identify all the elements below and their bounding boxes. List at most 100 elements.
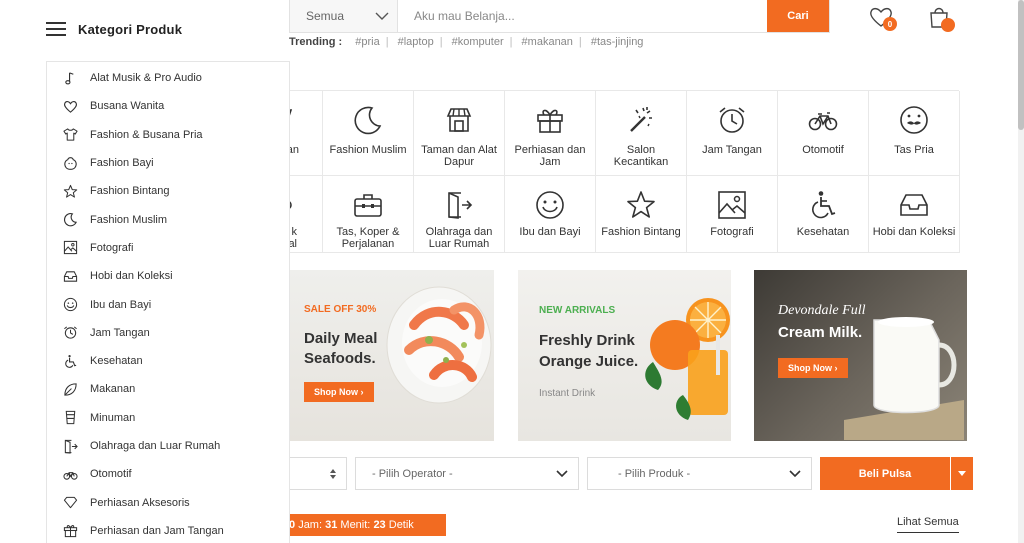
sidebar-item-label: Alat Musik & Pro Audio: [90, 72, 202, 85]
wishlist-button[interactable]: 0: [868, 5, 897, 31]
trending-tag[interactable]: #laptop: [398, 36, 434, 48]
sidebar-item-fashion-pria[interactable]: Fashion & Busana Pria: [47, 121, 289, 149]
buy-credit-button[interactable]: Beli Pulsa: [820, 457, 950, 490]
search-category-value: Semua: [306, 9, 345, 23]
seafood-plate-image: [386, 286, 492, 404]
sidebar-item-label: Otomotif: [90, 468, 132, 481]
sidebar-item-label: Fashion & Busana Pria: [90, 128, 203, 141]
hamburger-icon: [46, 22, 66, 36]
trending-tag[interactable]: #tas-jinjing: [591, 36, 644, 48]
sidebar-item-makanan[interactable]: Makanan: [47, 375, 289, 403]
sidebar-item-ibu-bayi[interactable]: Ibu dan Bayi: [47, 290, 289, 318]
sidebar-item-label: Makanan: [90, 383, 136, 396]
category-tile-label: Otomotif: [802, 144, 844, 156]
sidebar-item-label: Perhiasan Aksesoris: [90, 496, 190, 509]
promo-banner-milk[interactable]: Devondale Full Cream Milk. Shop Now ›: [754, 270, 967, 441]
category-tile-label: Olahraga dan Luar Rumah: [425, 226, 493, 250]
sidebar-item-fashion-muslim[interactable]: Fashion Muslim: [47, 205, 289, 233]
category-tile-label: Taman dan Alat Dapur: [421, 144, 497, 168]
category-tile-label: Salon Kecantikan: [613, 144, 669, 168]
briefcase-icon: [351, 188, 385, 222]
category-tile[interactable]: Tas, Koper & Perjalanan: [323, 176, 414, 253]
banner-title-line1: Freshly Drink: [539, 332, 635, 349]
page-scrollbar[interactable]: [1018, 0, 1024, 543]
tshirt-icon: [63, 127, 78, 142]
exit-door-icon: [442, 188, 476, 222]
category-menu-label: Kategori Produk: [78, 21, 183, 37]
promo-banner-seafood[interactable]: SALE OFF 30% Daily Meal Seafoods. Shop N…: [289, 270, 494, 441]
moon-icon: [351, 103, 385, 137]
search-input[interactable]: Aku mau Belanja...: [398, 0, 767, 32]
search-button[interactable]: Cari: [767, 0, 829, 32]
category-tile[interactable]: Olahraga dan Luar Rumah: [414, 176, 505, 253]
trending-label: Trending :: [289, 36, 343, 48]
promo-banner-orange-juice[interactable]: NEW ARRIVALS Freshly Drink Orange Juice.…: [518, 270, 731, 441]
category-tile-label: Fotografi: [710, 226, 754, 238]
countdown-hours-label: Jam:: [298, 519, 323, 531]
leaf-icon: [63, 382, 78, 397]
trending-tag[interactable]: #makanan: [522, 36, 573, 48]
sidebar-item-otomotif[interactable]: Otomotif: [47, 460, 289, 488]
search-category-select[interactable]: Semua: [290, 0, 398, 32]
sidebar-item-label: Kesehatan: [90, 355, 143, 368]
category-tile-label: Fashion Bintang: [601, 226, 681, 238]
category-tile-label: Perhiasan dan Jam: [514, 144, 586, 168]
category-tile[interactable]: Kesehatan: [778, 176, 869, 253]
sidebar-item-label: Busana Wanita: [90, 100, 165, 113]
sidebar-item-hobi[interactable]: Hobi dan Koleksi: [47, 262, 289, 290]
sidebar-item-fashion-bayi[interactable]: Fashion Bayi: [47, 149, 289, 177]
category-tile[interactable]: Salon Kecantikan: [596, 91, 687, 176]
magic-wand-icon: [624, 103, 658, 137]
smile-icon: [63, 297, 78, 312]
operator-select[interactable]: - Pilih Operator -: [355, 457, 579, 490]
orange-juice-image: [645, 298, 730, 420]
category-tile[interactable]: Jam Tangan: [687, 91, 778, 176]
wheelchair-icon: [806, 188, 840, 222]
see-all-link[interactable]: Lihat Semua: [897, 516, 959, 533]
sidebar-item-perhiasan-aksesoris[interactable]: Perhiasan Aksesoris: [47, 488, 289, 516]
category-tile[interactable]: Hobi dan Koleksi: [869, 176, 960, 253]
sidebar-item-label: Minuman: [90, 411, 136, 424]
sidebar-item-jam-tangan[interactable]: Jam Tangan: [47, 319, 289, 347]
search-placeholder: Aku mau Belanja...: [414, 9, 515, 23]
sidebar-item-minuman[interactable]: Minuman: [47, 404, 289, 432]
sidebar-item-label: Fashion Muslim: [90, 213, 168, 226]
sidebar-item-fotografi[interactable]: Fotografi: [47, 234, 289, 262]
image-icon: [715, 188, 749, 222]
store-icon: [442, 103, 476, 137]
banner-subtitle: Instant Drink: [539, 388, 596, 399]
category-tile[interactable]: Fashion Muslim: [323, 91, 414, 176]
category-tile-label: Tas, Koper & Perjalanan: [336, 226, 400, 250]
image-icon: [63, 240, 78, 255]
shop-now-button[interactable]: Shop Now ›: [778, 358, 848, 378]
banner-tag: SALE OFF 30%: [304, 304, 377, 315]
buy-credit-dropdown-toggle[interactable]: [951, 457, 973, 490]
category-tile[interactable]: Fashion Bintang: [596, 176, 687, 253]
sidebar-item-alat-musik[interactable]: Alat Musik & Pro Audio: [47, 64, 289, 92]
trending-tag[interactable]: #komputer: [452, 36, 504, 48]
chevron-down-icon: [375, 12, 389, 20]
sidebar-item-busana-wanita[interactable]: Busana Wanita: [47, 92, 289, 120]
bicycle-icon: [806, 103, 840, 137]
category-tile[interactable]: Otomotif: [778, 91, 869, 176]
sidebar-item-olahraga[interactable]: Olahraga dan Luar Rumah: [47, 432, 289, 460]
category-menu-toggle[interactable]: Kategori Produk: [46, 18, 182, 40]
sidebar-item-fashion-bintang[interactable]: Fashion Bintang: [47, 177, 289, 205]
scrollbar-thumb[interactable]: [1018, 0, 1024, 130]
product-select[interactable]: - Pilih Produk -: [587, 457, 812, 490]
trending-bar: Trending : #pria | #laptop | #komputer | #m…: [289, 36, 644, 48]
category-tile[interactable]: Perhiasan dan Jam: [505, 91, 596, 176]
category-tile[interactable]: Ibu dan Bayi: [505, 176, 596, 253]
shop-now-button[interactable]: Shop Now ›: [304, 382, 374, 402]
sidebar-item-perhiasan-jam[interactable]: Perhiasan dan Jam Tangan: [47, 517, 289, 543]
cart-button[interactable]: [926, 4, 955, 32]
sidebar-item-kesehatan[interactable]: Kesehatan: [47, 347, 289, 375]
chevron-down-icon: [789, 469, 801, 477]
category-tile-label: Kesehatan: [796, 226, 850, 238]
category-tile[interactable]: Fotografi: [687, 176, 778, 253]
trending-tag[interactable]: #pria: [355, 36, 379, 48]
star-icon: [63, 184, 78, 199]
category-tile[interactable]: Tas Pria: [869, 91, 960, 176]
phone-number-stepper[interactable]: [289, 457, 347, 490]
category-tile[interactable]: Taman dan Alat Dapur: [414, 91, 505, 176]
